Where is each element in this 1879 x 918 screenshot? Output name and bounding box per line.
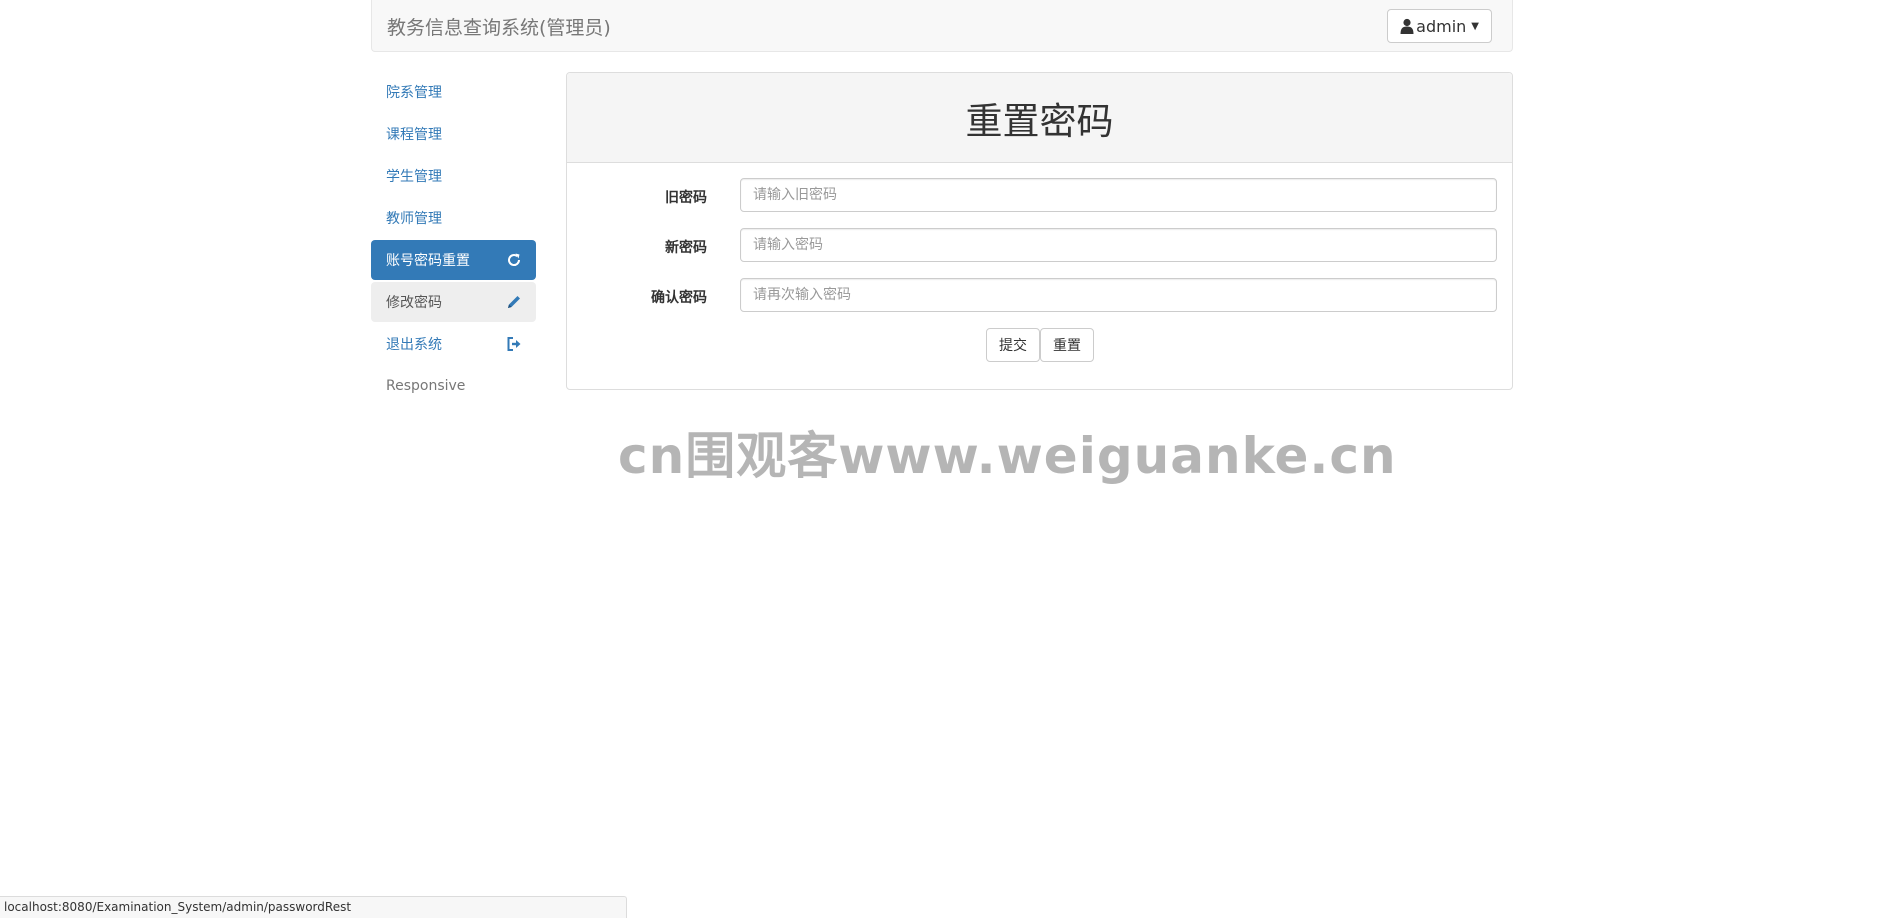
sidebar-item-teacher[interactable]: 教师管理 [371,198,536,238]
page-title: 重置密码 [965,99,1114,143]
sidebar-item-department[interactable]: 院系管理 [371,72,536,112]
old-password-label: 旧密码 [665,190,707,206]
sidebar-nav: 院系管理 课程管理 学生管理 教师管理 账号密码重置 修改密码 退出系统 Res… [371,72,536,408]
confirm-password-label: 确认密码 [651,290,707,306]
sidebar-item-label: 修改密码 [386,295,442,311]
caret-down-icon: ▼ [1471,20,1479,32]
user-icon [1400,18,1414,34]
refresh-icon [508,253,521,266]
browser-status-bar: localhost:8080/Examination_System/admin/… [0,896,627,918]
panel-heading: 重置密码 [567,73,1512,163]
confirm-password-row: 确认密码 [567,278,1512,314]
submit-button[interactable]: 提交 [986,328,1040,362]
old-password-input[interactable] [740,178,1497,212]
sidebar-item-label: 账号密码重置 [386,253,470,269]
reset-button[interactable]: 重置 [1040,328,1094,362]
app-brand[interactable]: 教务信息查询系统(管理员) [387,13,611,40]
pencil-icon [508,296,520,308]
confirm-password-input[interactable] [740,278,1497,312]
sidebar-item-label: 院系管理 [386,85,442,101]
sidebar-item-label: 教师管理 [386,211,442,227]
sidebar-item-label: 学生管理 [386,169,442,185]
sidebar-item-account-reset[interactable]: 账号密码重置 [371,240,536,280]
sidebar-item-course[interactable]: 课程管理 [371,114,536,154]
reset-password-panel: 重置密码 旧密码 新密码 确认密码 提交 重置 [566,72,1513,390]
sidebar-item-label: Responsive [386,378,466,394]
logout-icon [507,337,521,351]
sidebar-item-change-password[interactable]: 修改密码 [371,282,536,322]
sidebar-item-student[interactable]: 学生管理 [371,156,536,196]
sidebar-item-responsive: Responsive [371,366,536,406]
old-password-row: 旧密码 [567,178,1512,214]
top-navbar: 教务信息查询系统(管理员) admin ▼ [371,0,1513,52]
user-menu-button[interactable]: admin ▼ [1387,9,1492,43]
new-password-input[interactable] [740,228,1497,262]
user-name: admin [1416,16,1467,36]
new-password-label: 新密码 [665,240,707,256]
sidebar-item-label: 课程管理 [386,127,442,143]
new-password-row: 新密码 [567,228,1512,264]
watermark-text: cn围观客www.weiguanke.cn [618,427,1397,485]
sidebar-item-logout[interactable]: 退出系统 [371,324,536,364]
sidebar-item-label: 退出系统 [386,337,442,353]
